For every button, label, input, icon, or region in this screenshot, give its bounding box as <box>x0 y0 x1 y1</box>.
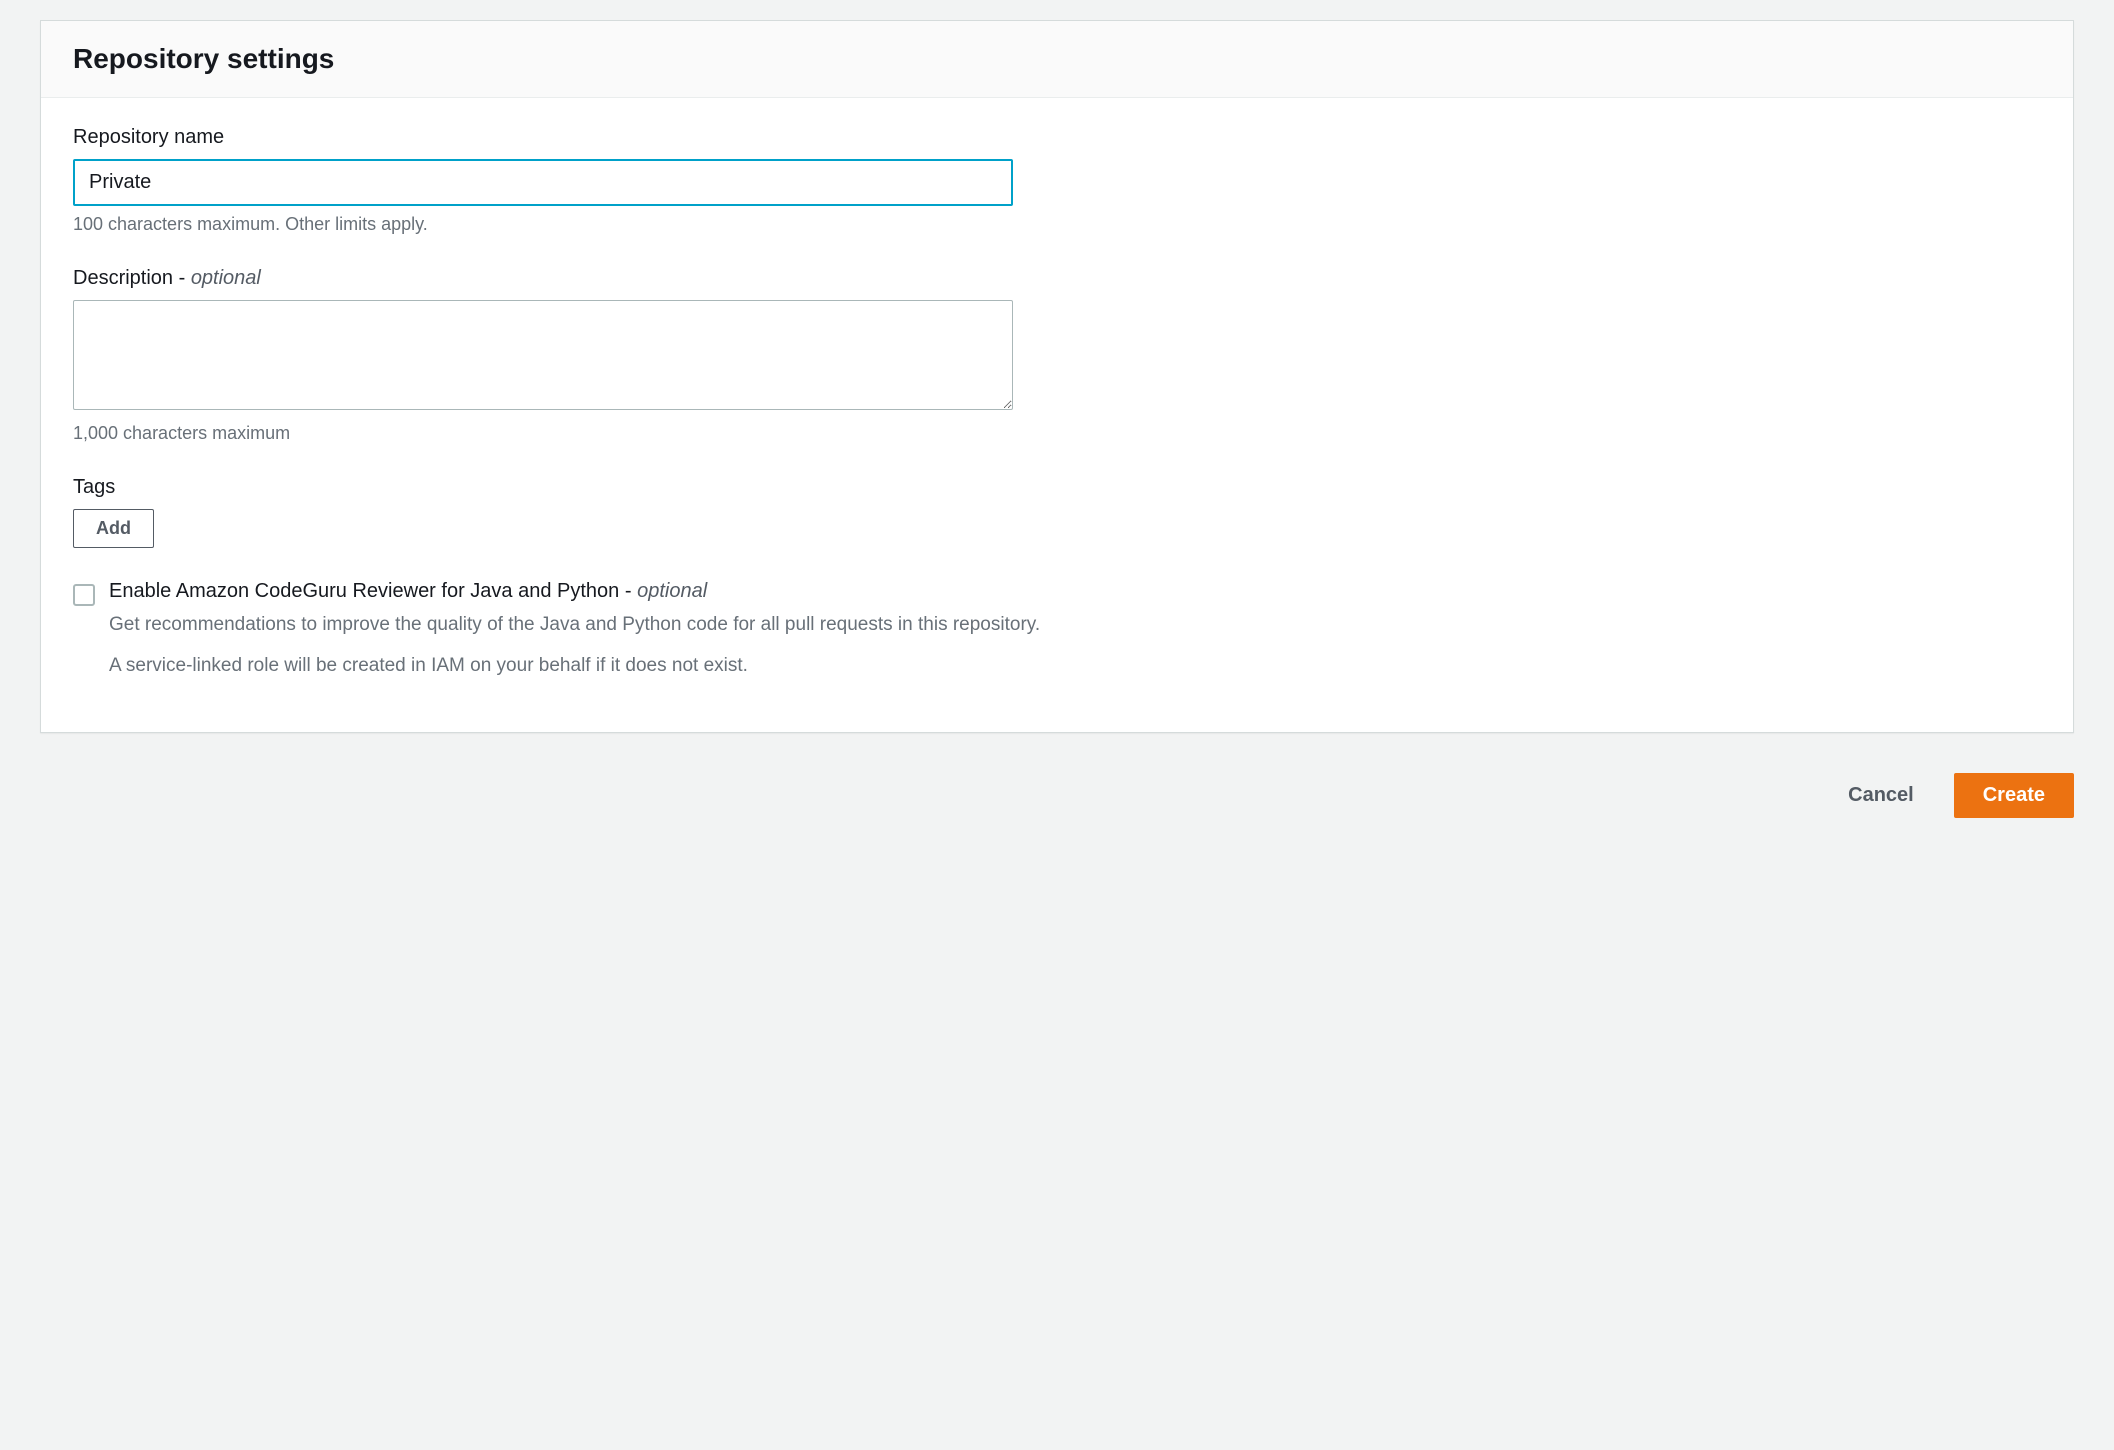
codeguru-desc-2: A service-linked role will be created in… <box>109 652 1073 681</box>
panel-header: Repository settings <box>41 21 2073 98</box>
codeguru-label: Enable Amazon CodeGuru Reviewer for Java… <box>109 580 1073 603</box>
page-title: Repository settings <box>73 43 2041 75</box>
codeguru-optional: optional <box>637 580 707 602</box>
repository-name-hint: 100 characters maximum. Other limits app… <box>73 214 2041 235</box>
repository-settings-panel: Repository settings Repository name 100 … <box>40 20 2074 733</box>
codeguru-content: Enable Amazon CodeGuru Reviewer for Java… <box>109 580 1073 692</box>
codeguru-desc-1: Get recommendations to improve the quali… <box>109 611 1073 640</box>
description-label: Description - optional <box>73 267 2041 290</box>
add-tag-button[interactable]: Add <box>73 509 154 548</box>
create-button[interactable]: Create <box>1954 773 2074 818</box>
description-group: Description - optional 1,000 characters … <box>73 267 2041 444</box>
description-hint: 1,000 characters maximum <box>73 423 2041 444</box>
codeguru-group: Enable Amazon CodeGuru Reviewer for Java… <box>73 580 1073 692</box>
tags-group: Tags Add <box>73 476 2041 548</box>
description-optional: optional <box>191 267 261 289</box>
repository-name-group: Repository name 100 characters maximum. … <box>73 126 2041 235</box>
footer-actions: Cancel Create <box>40 773 2074 818</box>
codeguru-checkbox[interactable] <box>73 584 95 606</box>
description-input[interactable] <box>73 300 1013 410</box>
tags-label: Tags <box>73 476 2041 499</box>
panel-body: Repository name 100 characters maximum. … <box>41 98 2073 732</box>
repository-name-input[interactable] <box>73 159 1013 206</box>
cancel-button[interactable]: Cancel <box>1836 774 1926 817</box>
codeguru-label-text: Enable Amazon CodeGuru Reviewer for Java… <box>109 580 637 602</box>
repository-name-label: Repository name <box>73 126 2041 149</box>
description-label-text: Description - <box>73 267 191 289</box>
